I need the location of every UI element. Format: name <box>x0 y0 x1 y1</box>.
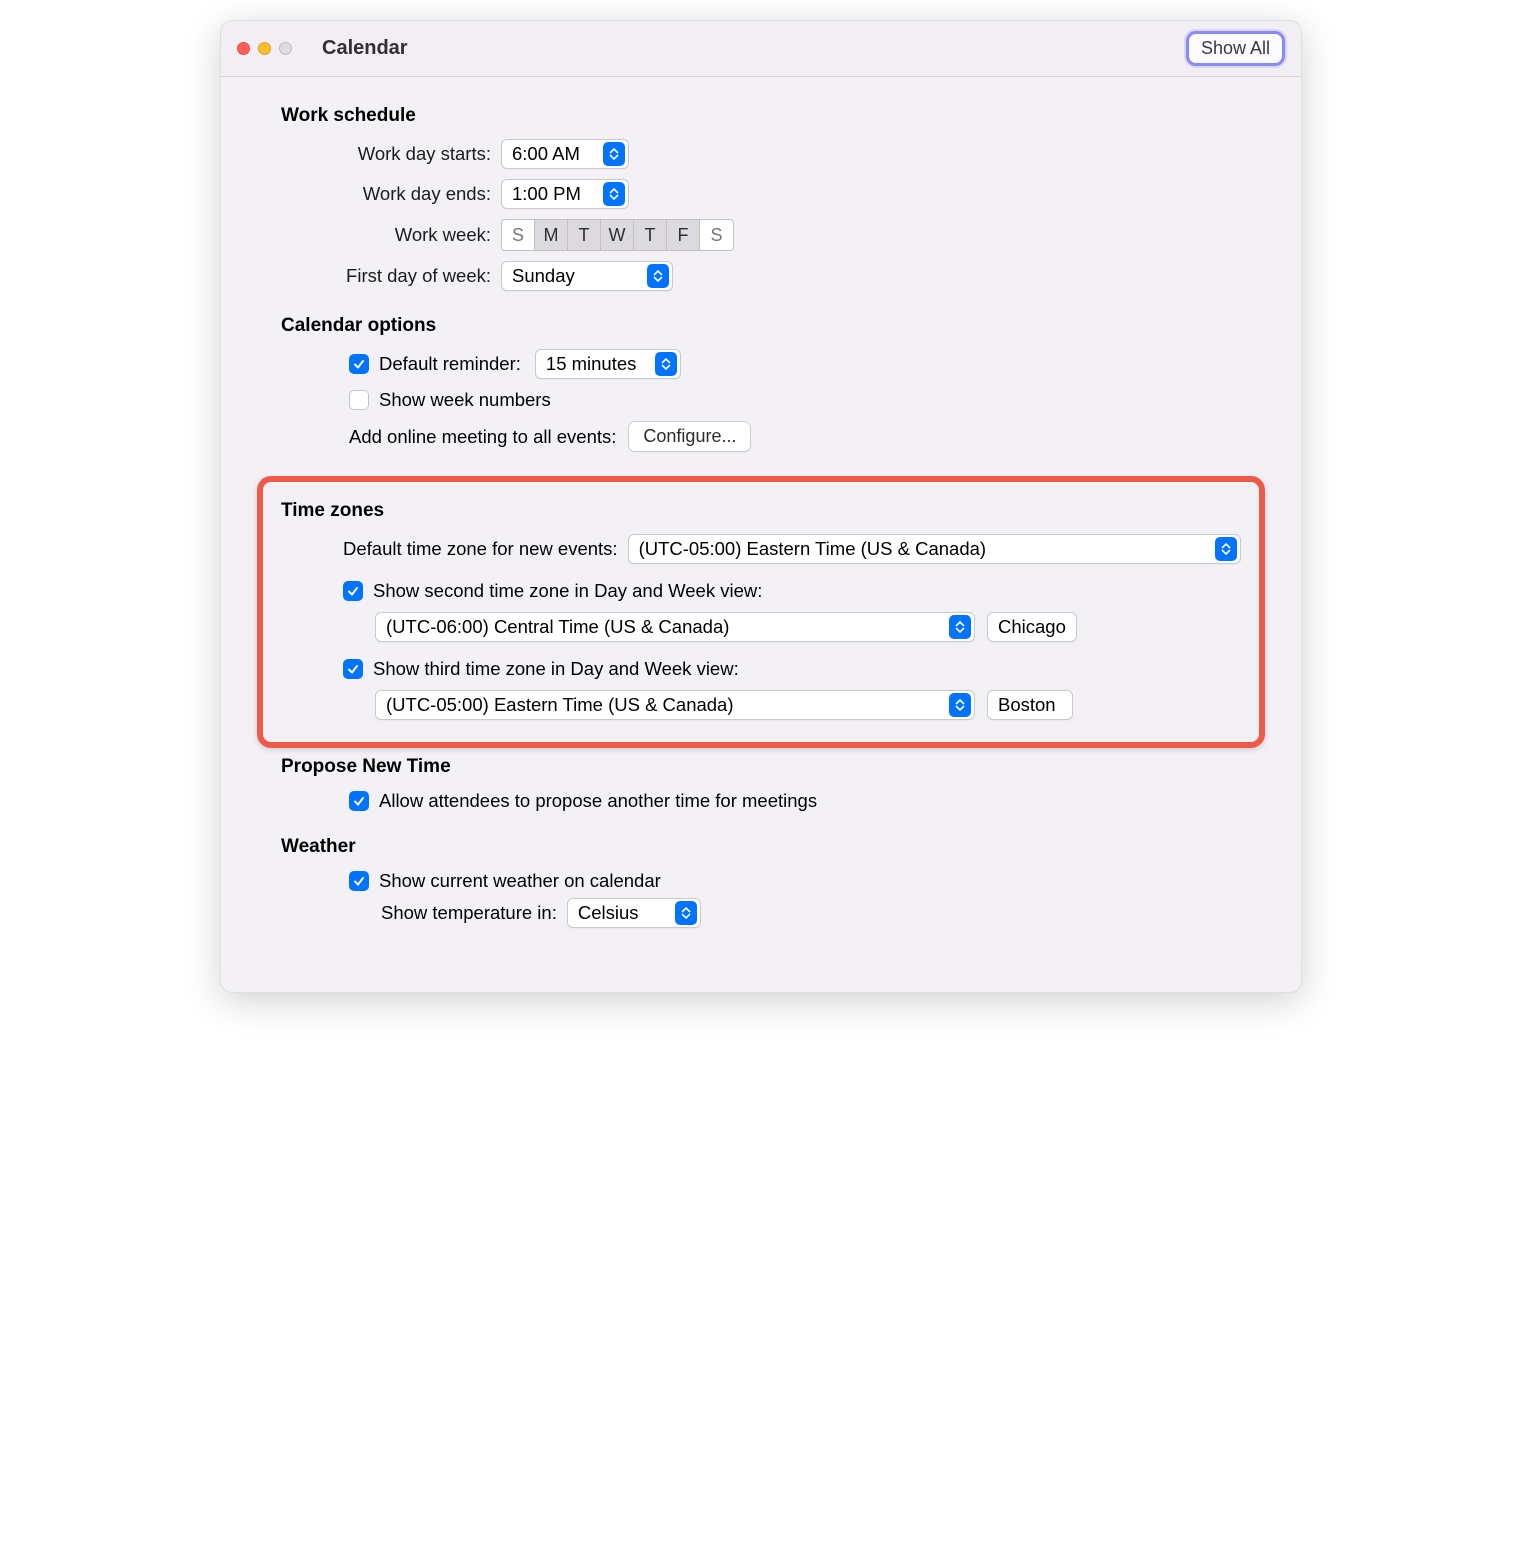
calendar-options-heading: Calendar options <box>281 315 1241 337</box>
work-day-ends-select[interactable]: 1:00 PM <box>501 179 629 209</box>
work-day-starts-label: Work day starts: <box>281 143 501 165</box>
dropdown-stepper-icon <box>675 901 697 925</box>
weather-section: Weather Show current weather on calendar… <box>281 836 1241 928</box>
minimize-window-button[interactable] <box>258 42 271 55</box>
work-schedule-heading: Work schedule <box>281 105 1241 127</box>
dropdown-stepper-icon <box>949 693 971 717</box>
work-day-ends-label: Work day ends: <box>281 183 501 205</box>
configure-online-meeting-button[interactable]: Configure... <box>628 421 751 452</box>
second-time-zone-label: Show second time zone in Day and Week vi… <box>373 580 762 602</box>
first-day-of-week-select[interactable]: Sunday <box>501 261 673 291</box>
dropdown-stepper-icon <box>655 352 677 376</box>
default-time-zone-value: (UTC-05:00) Eastern Time (US & Canada) <box>639 538 1212 560</box>
default-reminder-label: Default reminder: <box>379 353 521 375</box>
day-toggle-fri[interactable]: F <box>667 220 700 250</box>
allow-propose-time-label: Allow attendees to propose another time … <box>379 790 817 812</box>
second-time-zone-select[interactable]: (UTC-06:00) Central Time (US & Canada) <box>375 612 975 642</box>
temperature-unit-select[interactable]: Celsius <box>567 898 701 928</box>
dropdown-stepper-icon <box>603 142 625 166</box>
propose-new-time-heading: Propose New Time <box>281 756 1241 778</box>
zoom-window-button[interactable] <box>279 42 292 55</box>
default-reminder-value: 15 minutes <box>546 353 652 375</box>
preferences-window: Calendar Show All Work schedule Work day… <box>220 20 1302 993</box>
work-schedule-section: Work schedule Work day starts: 6:00 AM W… <box>281 105 1241 291</box>
work-day-starts-select[interactable]: 6:00 AM <box>501 139 629 169</box>
default-time-zone-select[interactable]: (UTC-05:00) Eastern Time (US & Canada) <box>628 534 1241 564</box>
calendar-options-section: Calendar options Default reminder: 15 mi… <box>281 315 1241 452</box>
day-toggle-sun[interactable]: S <box>502 220 535 250</box>
show-week-numbers-checkbox[interactable] <box>349 390 369 410</box>
dropdown-stepper-icon <box>1215 537 1237 561</box>
third-time-zone-label: Show third time zone in Day and Week vie… <box>373 658 739 680</box>
window-title: Calendar <box>322 37 408 60</box>
time-zones-heading: Time zones <box>281 500 1241 522</box>
temperature-unit-value: Celsius <box>578 902 672 924</box>
default-reminder-select[interactable]: 15 minutes <box>535 349 681 379</box>
second-time-zone-checkbox[interactable] <box>343 581 363 601</box>
work-day-starts-value: 6:00 AM <box>512 143 600 165</box>
weather-heading: Weather <box>281 836 1241 858</box>
close-window-button[interactable] <box>237 42 250 55</box>
content-area: Work schedule Work day starts: 6:00 AM W… <box>221 77 1301 992</box>
work-week-days: S M T W T F S <box>501 219 734 251</box>
day-toggle-sat[interactable]: S <box>700 220 733 250</box>
show-weather-checkbox[interactable] <box>349 871 369 891</box>
default-reminder-checkbox[interactable] <box>349 354 369 374</box>
day-toggle-tue[interactable]: T <box>568 220 601 250</box>
dropdown-stepper-icon <box>949 615 971 639</box>
default-time-zone-label: Default time zone for new events: <box>343 538 618 560</box>
time-zones-section: Time zones Default time zone for new eve… <box>281 500 1241 720</box>
second-time-zone-value: (UTC-06:00) Central Time (US & Canada) <box>386 616 946 638</box>
day-toggle-wed[interactable]: W <box>601 220 634 250</box>
day-toggle-mon[interactable]: M <box>535 220 568 250</box>
propose-new-time-section: Propose New Time Allow attendees to prop… <box>281 756 1241 812</box>
allow-propose-time-checkbox[interactable] <box>349 791 369 811</box>
window-controls <box>237 42 292 55</box>
first-day-of-week-value: Sunday <box>512 265 644 287</box>
time-zones-highlight: Time zones Default time zone for new eve… <box>257 476 1265 748</box>
temperature-unit-label: Show temperature in: <box>381 902 557 924</box>
second-time-zone-name-input[interactable]: Chicago <box>987 612 1077 642</box>
work-day-ends-value: 1:00 PM <box>512 183 600 205</box>
work-week-label: Work week: <box>281 224 501 246</box>
add-online-meeting-label: Add online meeting to all events: <box>349 426 616 448</box>
dropdown-stepper-icon <box>647 264 669 288</box>
first-day-of-week-label: First day of week: <box>281 265 501 287</box>
third-time-zone-value: (UTC-05:00) Eastern Time (US & Canada) <box>386 694 946 716</box>
show-all-button[interactable]: Show All <box>1186 31 1285 66</box>
third-time-zone-name-input[interactable]: Boston <box>987 690 1073 720</box>
third-time-zone-select[interactable]: (UTC-05:00) Eastern Time (US & Canada) <box>375 690 975 720</box>
day-toggle-thu[interactable]: T <box>634 220 667 250</box>
dropdown-stepper-icon <box>603 182 625 206</box>
show-week-numbers-label: Show week numbers <box>379 389 551 411</box>
third-time-zone-checkbox[interactable] <box>343 659 363 679</box>
titlebar: Calendar Show All <box>221 21 1301 77</box>
show-weather-label: Show current weather on calendar <box>379 870 661 892</box>
